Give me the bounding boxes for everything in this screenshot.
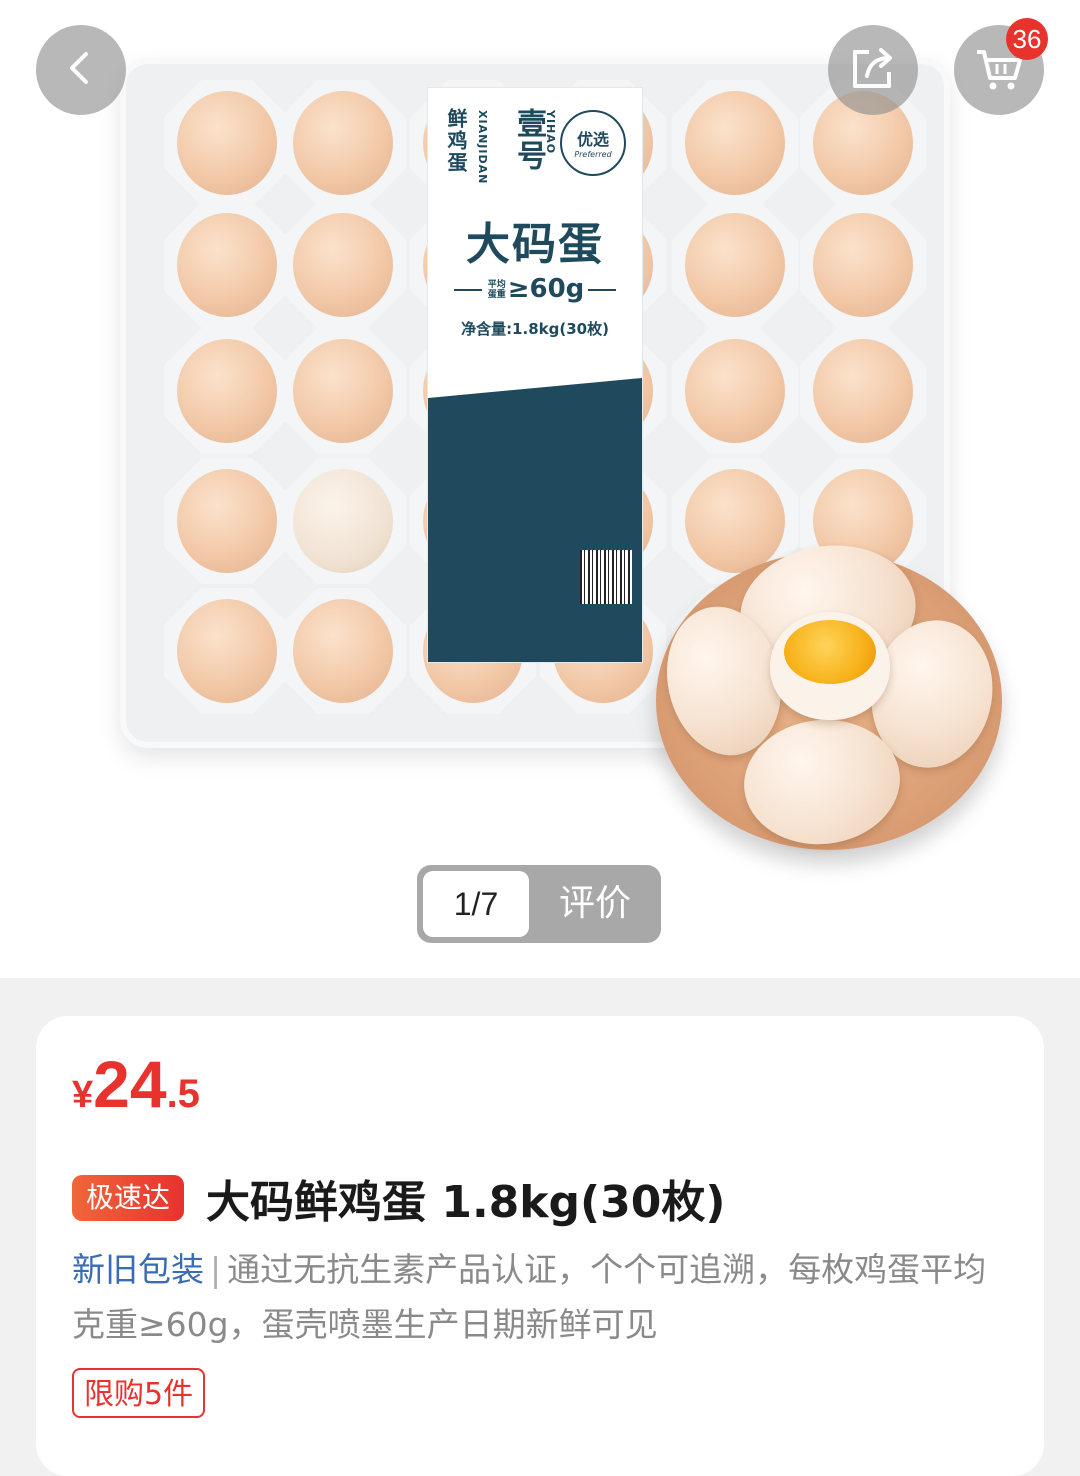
product-description: 新旧包装 | 通过无抗生素产品认证，个个可追溯，每枚鸡蛋平均克重≥60g，蛋壳喷墨生… bbox=[72, 1242, 1012, 1352]
price-integer: 24 bbox=[93, 1047, 167, 1121]
label-sub-en: XIANJIDAN bbox=[476, 110, 489, 185]
product-title: 大码鲜鸡蛋 1.8kg(30枚) bbox=[206, 1177, 726, 1228]
egg-cell bbox=[280, 588, 406, 714]
package-label: 鲜鸡蛋 XIANJIDAN 壹号 YIHAO 优选 Preferred 大码蛋 … bbox=[428, 88, 642, 662]
egg-cell bbox=[800, 202, 926, 328]
egg-cell bbox=[164, 588, 290, 714]
product-info-card: ¥24.5 极速达 大码鲜鸡蛋 1.8kg(30枚) 新旧包装 | 通过无抗生素产品… bbox=[36, 1016, 1044, 1476]
egg-cell bbox=[164, 80, 290, 206]
egg-cell bbox=[672, 80, 798, 206]
label-weight: 平均蛋重≥60g bbox=[428, 274, 642, 304]
image-index: 1/7 bbox=[423, 871, 529, 937]
purchase-limit-badge: 限购5件 bbox=[72, 1368, 206, 1418]
price: ¥24.5 bbox=[72, 1046, 200, 1122]
title-row: 极速达 大码鲜鸡蛋 1.8kg(30枚) bbox=[72, 1166, 1022, 1230]
egg-cell bbox=[672, 328, 798, 454]
price-decimal: .5 bbox=[166, 1072, 200, 1116]
seal-cn: 优选 bbox=[576, 130, 609, 149]
label-sub-cn: 鲜鸡蛋 bbox=[444, 108, 468, 174]
egg-cell bbox=[164, 458, 290, 584]
review-tab[interactable]: 评价 bbox=[529, 865, 661, 943]
product-image-carousel[interactable]: 鲜鸡蛋 XIANJIDAN 壹号 YIHAO 优选 Preferred 大码蛋 … bbox=[0, 0, 1080, 978]
image-pager: 1/7 评价 bbox=[417, 865, 661, 943]
egg-cell bbox=[280, 458, 406, 584]
cart-count-badge: 36 bbox=[1006, 18, 1048, 60]
egg-cell bbox=[280, 80, 406, 206]
barcode bbox=[580, 550, 632, 604]
fast-delivery-tag: 极速达 bbox=[72, 1175, 185, 1221]
seal-en: Preferred bbox=[574, 150, 612, 159]
label-weight-value: ≥60g bbox=[507, 274, 585, 304]
egg-cell bbox=[280, 328, 406, 454]
package-note-link[interactable]: 新旧包装 bbox=[72, 1250, 204, 1289]
label-title: 大码蛋 bbox=[466, 219, 604, 270]
egg-cell bbox=[164, 202, 290, 328]
egg-cell bbox=[164, 328, 290, 454]
back-button[interactable] bbox=[36, 25, 126, 115]
egg-cell bbox=[800, 328, 926, 454]
share-icon bbox=[847, 42, 899, 98]
label-brand-en: YIHAO bbox=[544, 110, 557, 155]
label-weight-note: 平均蛋重 bbox=[487, 279, 506, 300]
egg-cell bbox=[672, 202, 798, 328]
separator: | bbox=[210, 1250, 222, 1289]
chevron-left-icon bbox=[61, 48, 101, 92]
label-net-content: 净含量:1.8kg(30枚) bbox=[461, 320, 609, 338]
price-currency: ¥ bbox=[72, 1074, 94, 1116]
label-info-panel bbox=[428, 378, 642, 662]
preferred-seal: 优选 Preferred bbox=[560, 110, 626, 176]
share-button[interactable] bbox=[828, 25, 918, 115]
egg-cell bbox=[280, 202, 406, 328]
egg-yolk bbox=[784, 620, 876, 684]
